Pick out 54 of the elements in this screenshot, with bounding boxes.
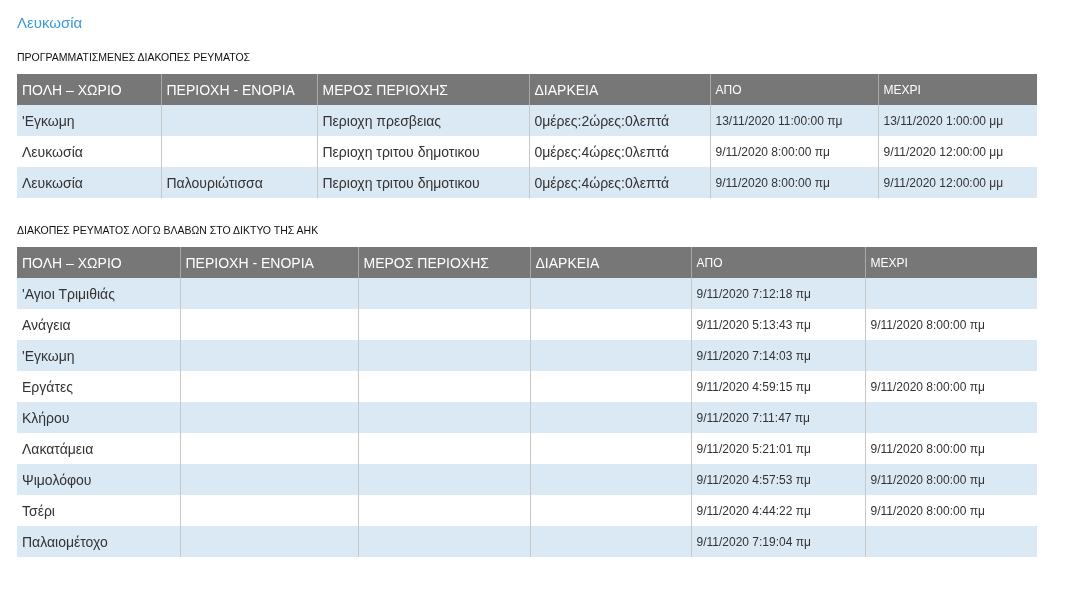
- section-heading: ΔΙΑΚΟΠΕΣ ΡΕΥΜΑΤΟΣ ΛΟΓΩ ΒΛΑΒΩΝ ΣΤΟ ΔΙΚΤΥΟ ΤΗΣ ΑΗΚ: [17, 224, 319, 236]
- table-cell: 9/11/2020 12:00:00 μμ: [883, 144, 1004, 159]
- table-cell: 9/11/2020 4:59:15 πμ: [696, 379, 811, 394]
- table-cell: 0μέρες:2ώρες:0λεπτά: [534, 112, 670, 129]
- table-cell: 9/11/2020 8:00:00 πμ: [870, 472, 985, 487]
- column-header: ΠΕΡΙΟΧΗ - ΕΝΟΡΙΑ: [180, 247, 358, 278]
- column-header: ΜΕΡΟΣ ΠΕΡΙΟΧΗΣ: [358, 247, 530, 278]
- column-header: ΜΕΡΟΣ ΠΕΡΙΟΧΗΣ: [317, 74, 529, 105]
- table-cell: Ψιμολόφου: [22, 471, 92, 488]
- table-cell: 9/11/2020 7:11:47 πμ: [696, 410, 810, 425]
- table-cell: 9/11/2020 8:00:00 πμ: [870, 379, 985, 394]
- column-header: ΠΟΛΗ – ΧΩΡΙΟ: [17, 247, 180, 278]
- column-header: ΔΙΑΡΚΕΙΑ: [529, 74, 710, 105]
- table-cell: Ανάγεια: [22, 316, 71, 333]
- column-header: ΜΕΧΡΙ: [878, 74, 1037, 105]
- table-cell: Περιοχη τριτου δημοτικου: [322, 174, 480, 191]
- table-cell: 9/11/2020 7:19:04 πμ: [696, 534, 811, 549]
- column-header: ΑΠΟ: [691, 247, 865, 278]
- table-cell: 'Αγιοι Τριμιθιάς: [22, 285, 115, 302]
- table-cell: 9/11/2020 7:12:18 πμ: [696, 286, 811, 301]
- table-cell: 13/11/2020 1:00:00 μμ: [883, 113, 1004, 128]
- table-cell: 9/11/2020 7:14:03 πμ: [696, 348, 811, 363]
- table-cell: 0μέρες:4ώρες:0λεπτά: [534, 143, 670, 160]
- table-cell: 9/11/2020 8:00:00 πμ: [715, 144, 830, 159]
- table-cell: 9/11/2020 12:00:00 μμ: [883, 175, 1004, 190]
- table-cell: 'Εγκωμη: [22, 112, 75, 129]
- column-header: ΠΟΛΗ – ΧΩΡΙΟ: [17, 74, 161, 105]
- table-cell: Περιοχη τριτου δημοτικου: [322, 143, 480, 160]
- table-cell: Λευκωσία: [22, 174, 83, 191]
- table-cell: Λευκωσία: [22, 143, 83, 160]
- table-cell: 13/11/2020 11:00:00 πμ: [715, 113, 843, 128]
- table-cell: Περιοχη πρεσβειας: [322, 112, 442, 129]
- page-title: Λευκωσία: [17, 14, 83, 31]
- section-heading: ΠΡΟΓΡΑΜΜΑΤΙΣΜΕΝΕΣ ΔΙΑΚΟΠΕΣ ΡΕΥΜΑΤΟΣ: [17, 51, 251, 63]
- column-header: ΔΙΑΡΚΕΙΑ: [530, 247, 691, 278]
- table-cell: 9/11/2020 8:00:00 πμ: [870, 503, 985, 518]
- table-cell: Παλουριώτισσα: [166, 174, 263, 191]
- table-cell: Παλαιομέτοχο: [22, 533, 108, 550]
- table-cell: 9/11/2020 4:57:53 πμ: [696, 472, 811, 487]
- table-cell: 9/11/2020 4:44:22 πμ: [696, 503, 811, 518]
- table-cell: Λακατάμεια: [22, 440, 94, 457]
- table-cell: Κλήρου: [22, 409, 70, 426]
- table-cell: Τσέρι: [22, 502, 55, 519]
- table-cell: 9/11/2020 8:00:00 πμ: [870, 441, 985, 456]
- table-cell: 0μέρες:4ώρες:0λεπτά: [534, 174, 670, 191]
- column-header: ΜΕΧΡΙ: [865, 247, 1037, 278]
- table-cell: 9/11/2020 5:13:43 πμ: [696, 317, 811, 332]
- column-header: ΠΕΡΙΟΧΗ - ΕΝΟΡΙΑ: [161, 74, 317, 105]
- column-header: ΑΠΟ: [710, 74, 878, 105]
- table-cell: 9/11/2020 8:00:00 πμ: [870, 317, 985, 332]
- table-cell: Εργάτες: [22, 378, 73, 395]
- table-cell: 9/11/2020 5:21:01 πμ: [696, 441, 811, 456]
- table-cell: 'Εγκωμη: [22, 347, 75, 364]
- table-cell: 9/11/2020 8:00:00 πμ: [715, 175, 830, 190]
